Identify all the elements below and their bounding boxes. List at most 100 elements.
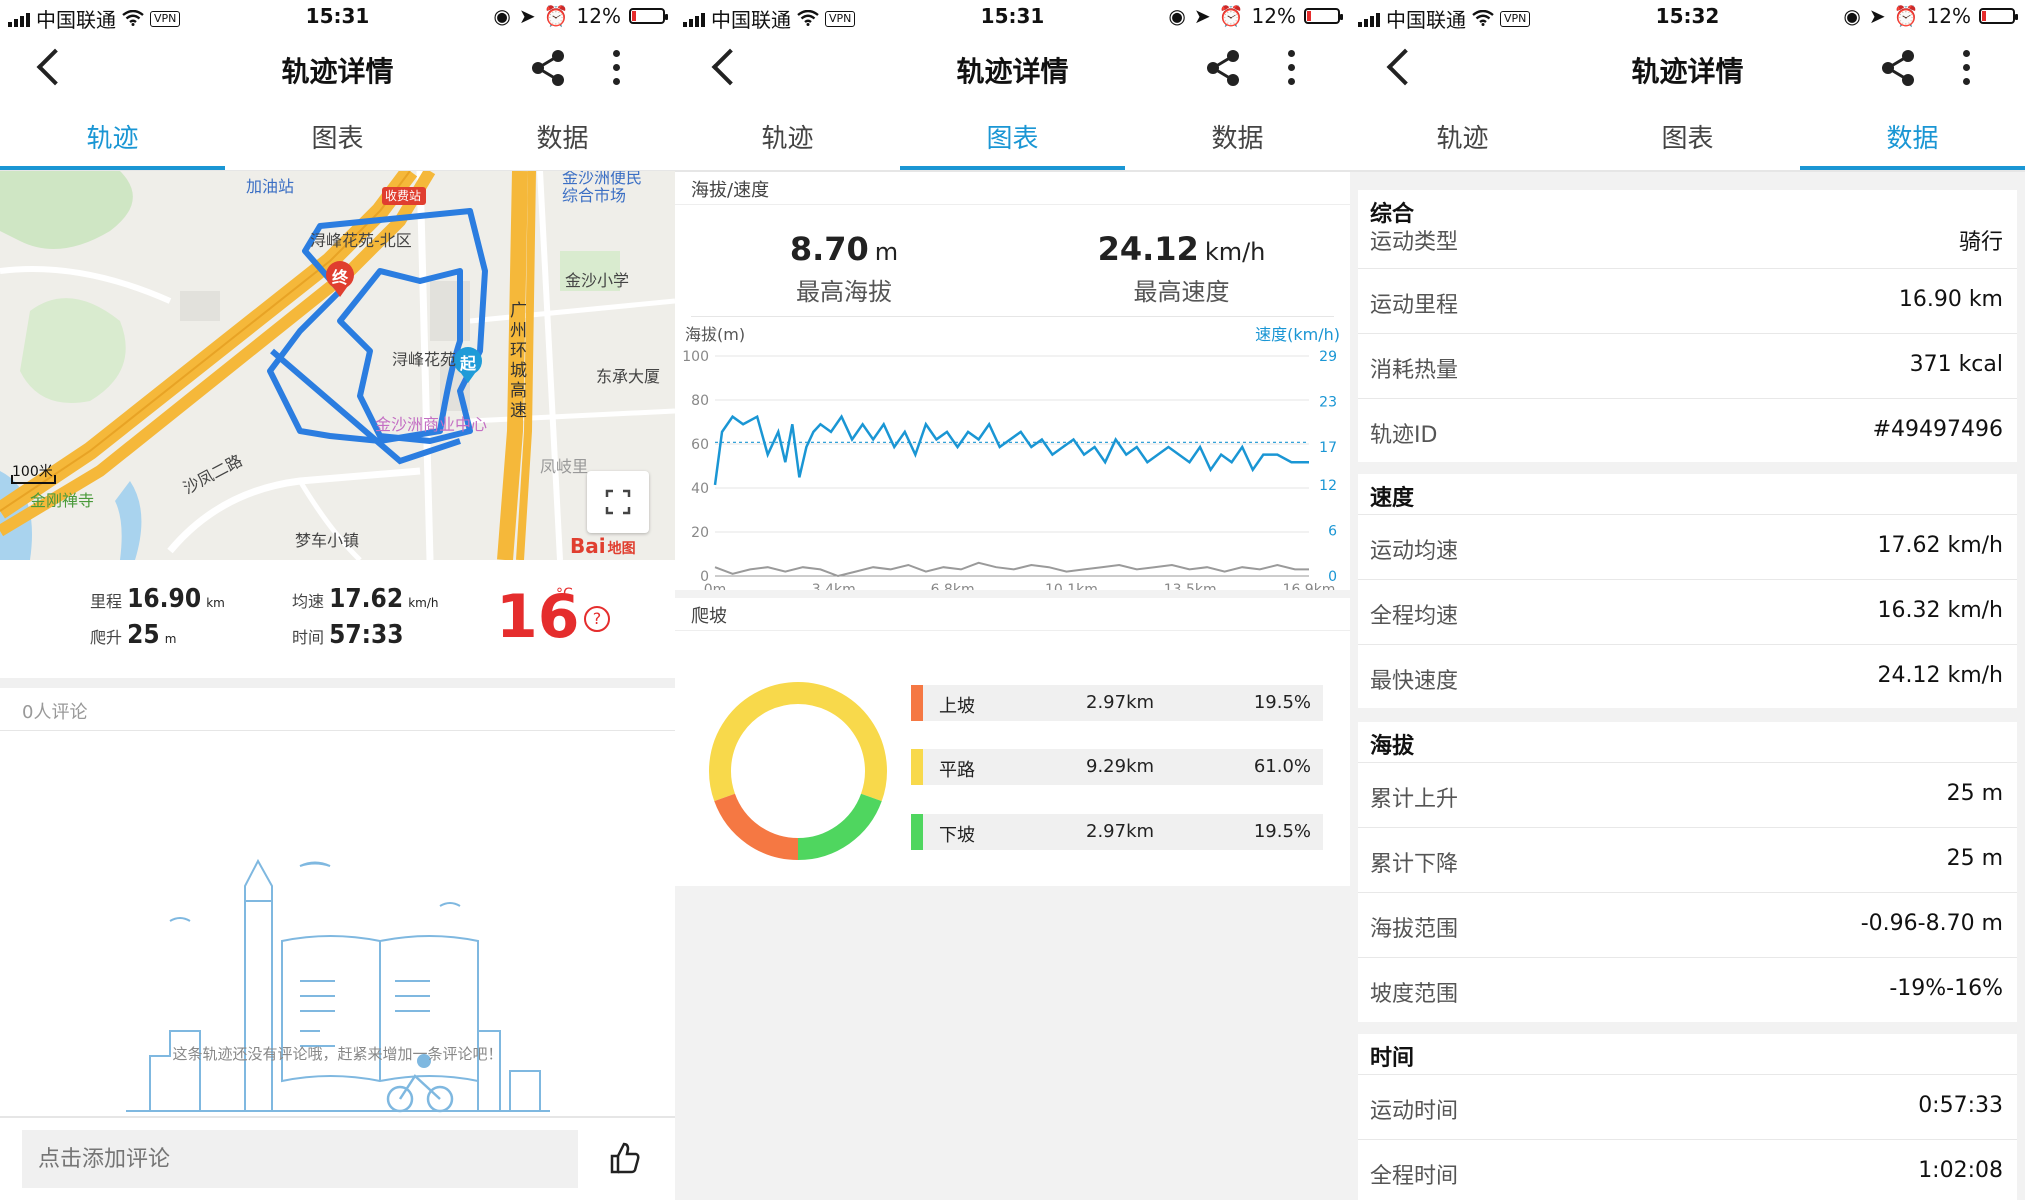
tab-data[interactable]: 数据: [1125, 118, 1350, 155]
alarm-icon: ⏰: [1218, 4, 1244, 28]
y-tick-label: 60: [691, 437, 709, 453]
more-icon[interactable]: [612, 50, 622, 86]
donut-slice-flat: [709, 682, 887, 802]
empty-illustration: [126, 858, 550, 1113]
battery-percent: 12%: [1926, 4, 1971, 28]
more-icon[interactable]: [1962, 50, 1972, 86]
y2-tick-label: 29: [1319, 349, 1337, 365]
y-tick-label: 40: [691, 481, 709, 497]
group-altitude: 海拔 累计上升 25 m 累计下降 25 m 海拔范围 -0.96-8.70 m 坡度…: [1358, 722, 2017, 1022]
map-scale-label: 100米: [12, 464, 53, 480]
climb-card: 爬坡 上坡 2.97km 19.5% 平路 9.29km 61.0% 下坡 2.97km 1…: [675, 598, 1350, 886]
data-row: 最快速度 24.12 km/h: [1358, 644, 2017, 709]
x-tick-label: 10.1km: [1045, 582, 1098, 590]
tab-bar: 轨迹 图表 数据: [675, 104, 1350, 172]
chart-panel: 中国联通 VPN 15:31 ◉ ➤ ⏰ 12% 轨迹详情 轨迹 图表 数据 海…: [675, 0, 1350, 1200]
x-tick-label: 6.8km: [931, 582, 975, 590]
comments-header: 0人评论: [0, 688, 675, 731]
status-bar: 中国联通 VPN 15:31 ◉ ➤ ⏰ 12%: [0, 0, 675, 34]
group-general: 综合 运动类型 骑行 运动里程 16.90 km 消耗热量 371 kcal 轨迹ID…: [1358, 190, 2017, 462]
fullscreen-button[interactable]: [587, 471, 649, 533]
y2-tick-label: 23: [1319, 395, 1337, 411]
stat-climb: 爬升 25 m: [90, 620, 177, 650]
tab-track[interactable]: 轨迹: [675, 118, 900, 155]
data-row: 海拔范围 -0.96-8.70 m: [1358, 892, 2017, 957]
stat-time: 时间 57:33: [292, 620, 404, 650]
y-tick-label: 80: [691, 393, 709, 409]
page-title: 轨迹详情: [956, 55, 1069, 88]
share-icon[interactable]: [1878, 48, 1918, 88]
x-tick-label: 0m: [704, 582, 727, 590]
tab-track[interactable]: 轨迹: [0, 118, 225, 155]
map-label-school: 金沙小学: [565, 271, 630, 290]
map-label-fengqili: 凤岐里: [540, 457, 589, 476]
group-title: 海拔: [1370, 734, 1415, 759]
tab-track[interactable]: 轨迹: [1350, 118, 1575, 155]
x-tick-label: 16.9km: [1283, 582, 1336, 590]
orientation-lock-icon: ◉: [493, 4, 511, 28]
track-stats: 里程 16.90 km 爬升 25 m 均速 17.62 km/h 时间 57:…: [0, 560, 675, 678]
help-icon[interactable]: ?: [584, 606, 610, 632]
comment-input[interactable]: [22, 1130, 578, 1188]
alarm-icon: ⏰: [1893, 4, 1919, 28]
map-label-xunfeng-north: 浔峰花苑-北区: [310, 231, 412, 250]
map-label-market: 金沙洲便民综合市场: [562, 171, 643, 205]
tab-chart[interactable]: 图表: [1575, 118, 1800, 155]
y2-tick-label: 17: [1319, 440, 1337, 456]
like-icon[interactable]: [606, 1140, 642, 1176]
share-icon[interactable]: [1203, 48, 1243, 88]
speed-series-line: [713, 414, 1309, 486]
share-icon[interactable]: [528, 48, 568, 88]
location-icon: ➤: [1193, 4, 1211, 28]
climb-row-up: 上坡 2.97km 19.5%: [911, 685, 1323, 721]
tab-data[interactable]: 数据: [1800, 118, 2025, 155]
swatch-up: [911, 685, 923, 721]
y-tick-label: 20: [691, 525, 709, 541]
climb-row-down: 下坡 2.97km 19.5%: [911, 814, 1323, 850]
expand-icon: [605, 489, 631, 515]
altitude-speed-chart: 海拔(m) 速度(km/h)10080604020029231712600m 3.4…: [682, 325, 1340, 590]
climb-row-flat: 平路 9.29km 61.0%: [911, 749, 1323, 785]
page-title: 轨迹详情: [1631, 55, 1744, 88]
map-label-toll: 收费站: [385, 189, 422, 203]
group-time: 时间 运动时间 0:57:33 全程时间 1:02:08: [1358, 1034, 2017, 1200]
tab-data[interactable]: 数据: [450, 118, 675, 155]
location-icon: ➤: [518, 4, 536, 28]
nav-header: 轨迹详情: [0, 34, 675, 104]
battery-icon: [1304, 8, 1343, 24]
donut-slice-up: [714, 793, 799, 860]
more-icon[interactable]: [1287, 50, 1297, 86]
route-map[interactable]: 加油站 收费站 浔峰花苑-北区 浔峰花苑 金沙洲便民综合市场 金沙小学 广州环城…: [0, 171, 675, 560]
data-row: 累计上升 25 m: [1358, 762, 2017, 827]
group-title: 时间: [1370, 1046, 1415, 1071]
stat-avg-speed: 均速 17.62 km/h: [292, 584, 439, 614]
y-axis-label: 海拔(m): [685, 325, 745, 344]
data-panel: 中国联通 VPN 15:32 ◉ ➤ ⏰ 12% 轨迹详情 轨迹 图表 数据 综…: [1350, 0, 2025, 1200]
empty-comment-text: 这条轨迹还没有评论哦，赶紧来增加一条评论吧！: [172, 1045, 503, 1063]
tab-indicator: [1800, 166, 2025, 170]
tab-indicator: [0, 166, 225, 170]
x-tick-label: 13.5km: [1164, 582, 1217, 590]
tab-chart[interactable]: 图表: [900, 118, 1125, 155]
tab-chart[interactable]: 图表: [225, 118, 450, 155]
y2-axis-label: 速度(km/h): [1255, 325, 1340, 344]
battery-icon: [1979, 8, 2018, 24]
max-altitude: 8.70 m: [789, 230, 899, 268]
divider: [0, 678, 675, 688]
battery-icon: [629, 8, 668, 24]
altitude-speed-title: 海拔/速度: [691, 180, 770, 201]
status-bar: 中国联通 VPN 15:31 ◉ ➤ ⏰ 12%: [675, 0, 1350, 34]
group-title: 速度: [1370, 486, 1415, 511]
data-row: 累计下降 25 m: [1358, 827, 2017, 892]
climb-donut-chart: [709, 682, 887, 860]
map-label-highway: 广州环城高速: [510, 301, 527, 421]
data-row: 运动均速 17.62 km/h: [1358, 514, 2017, 579]
data-row: 坡度范围 -19%-16%: [1358, 957, 2017, 1022]
battery-percent: 12%: [1251, 4, 1296, 28]
alarm-icon: ⏰: [543, 4, 569, 28]
comment-count: 0人评论: [22, 702, 88, 723]
comments-empty: 这条轨迹还没有评论哦，赶紧来增加一条评论吧！: [0, 731, 675, 1116]
start-marker: 起: [460, 354, 477, 373]
page-title: 轨迹详情: [281, 55, 394, 88]
data-row: 运动时间 0:57:33: [1358, 1074, 2017, 1139]
